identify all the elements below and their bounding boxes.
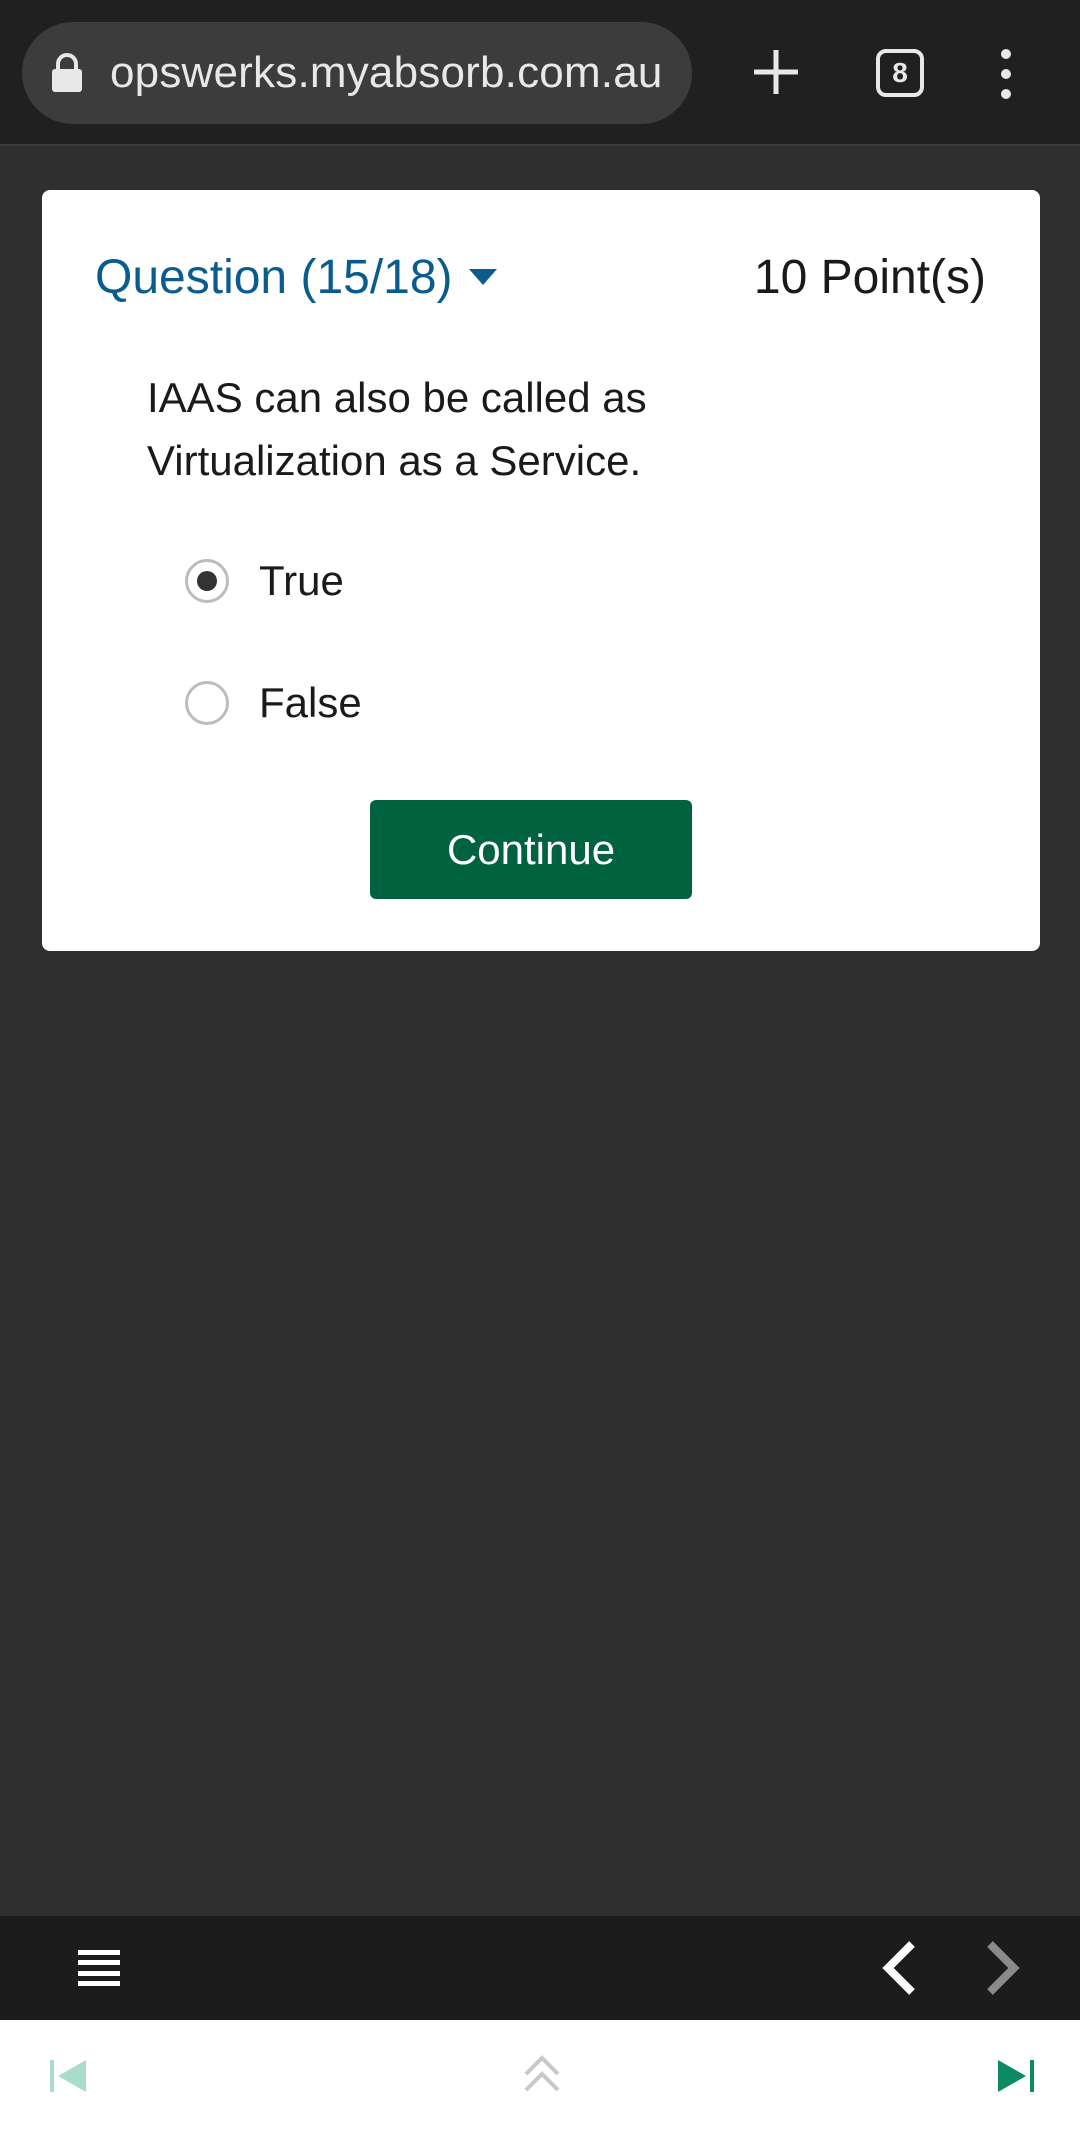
question-text: IAAS can also be called as Virtualizatio…	[147, 374, 647, 484]
chevron-right-icon[interactable]	[982, 1940, 1022, 1996]
skip-last-icon[interactable]	[996, 2058, 1036, 2094]
menu-icon[interactable]	[78, 1950, 120, 1986]
option-false[interactable]: False	[185, 679, 362, 727]
url-text: opswerks.myabsorb.com.au	[110, 48, 663, 97]
lock-icon	[52, 53, 82, 92]
double-chevron-up-icon[interactable]	[520, 2052, 564, 2096]
tabs-button[interactable]: 8	[876, 49, 924, 97]
browser-toolbar: opswerks.myabsorb.com.au 8	[0, 0, 1080, 146]
address-bar[interactable]: opswerks.myabsorb.com.au	[22, 22, 692, 124]
player-footer	[0, 2020, 1080, 2131]
more-vert-icon[interactable]	[990, 46, 1022, 102]
skip-first-icon[interactable]	[48, 2058, 88, 2094]
plus-icon[interactable]	[748, 44, 804, 100]
continue-button[interactable]: Continue	[370, 800, 692, 899]
radio-false[interactable]	[185, 681, 229, 725]
question-selector[interactable]: Question (15/18)	[95, 250, 497, 305]
option-true[interactable]: True	[185, 557, 344, 605]
radio-true[interactable]	[185, 559, 229, 603]
option-label: False	[259, 679, 362, 726]
question-title: Question (15/18)	[95, 251, 453, 304]
question-card: Question (15/18) 10 Point(s) IAAS can al…	[42, 190, 1040, 951]
tab-count: 8	[892, 57, 908, 88]
question-points: 10 Point(s)	[753, 251, 986, 304]
option-label: True	[259, 557, 344, 604]
chevron-left-icon[interactable]	[880, 1940, 920, 1996]
radio-selected-dot	[197, 571, 217, 591]
player-navbar	[0, 1916, 1080, 2020]
caret-down-icon	[468, 268, 497, 285]
